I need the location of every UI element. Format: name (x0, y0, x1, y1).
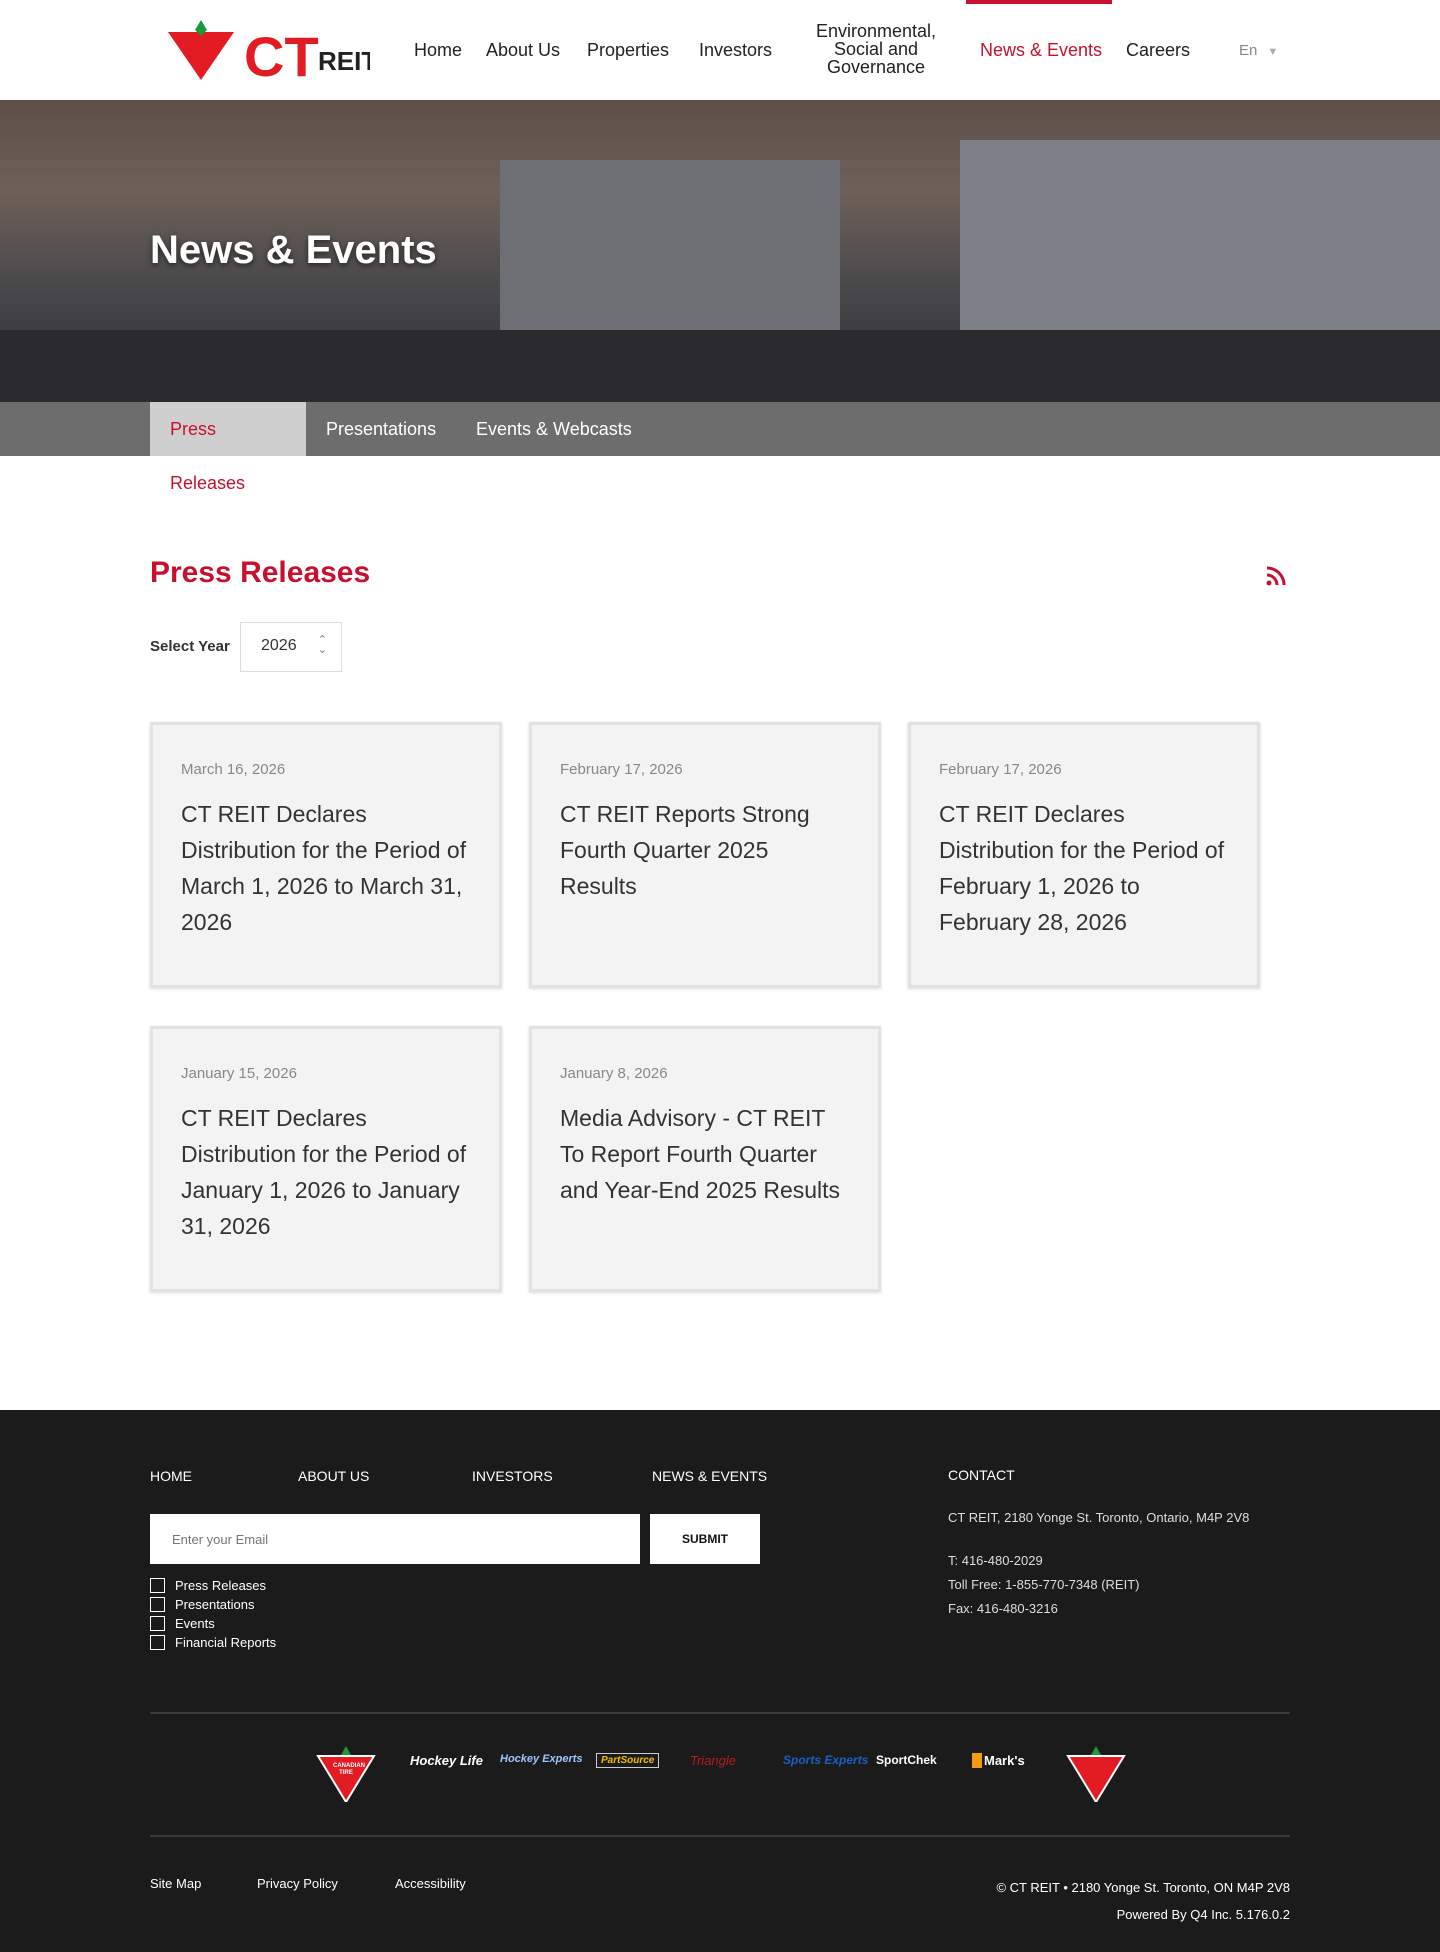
chevron-updown-icon: ⌃ ⌄ (317, 634, 327, 656)
active-nav-indicator (966, 0, 1112, 4)
email-input[interactable] (150, 1514, 640, 1564)
press-release-card[interactable]: January 15, 2026 CT REIT Declares Distrib… (150, 1026, 502, 1292)
language-label: En (1239, 42, 1258, 59)
checkbox-label: Presentations (175, 1597, 255, 1612)
nav-esg[interactable]: Environmental, Social and Governance (810, 22, 942, 76)
nav-careers[interactable]: Careers (1126, 40, 1190, 61)
press-release-card[interactable]: February 17, 2026 CT REIT Declares Distri… (908, 722, 1260, 988)
press-release-card[interactable]: February 17, 2026 CT REIT Reports Strong … (529, 722, 881, 988)
release-date: February 17, 2026 (560, 761, 683, 778)
parking-lot (0, 330, 1440, 402)
release-date: January 15, 2026 (181, 1065, 297, 1082)
press-release-card[interactable]: March 16, 2026 CT REIT Declares Distribut… (150, 722, 502, 988)
section-tabs: Press Releases Presentations Events & We… (0, 402, 1440, 493)
checkbox-label: Press Releases (175, 1578, 267, 1593)
site-header: CT REIT Home About Us Properties Investor… (0, 0, 1440, 100)
release-title[interactable]: CT REIT Declares Distribution for the Pe… (939, 796, 1229, 940)
canadian-tire-logo[interactable]: Canadian Tire (316, 1746, 376, 1804)
sports-experts-logo[interactable]: Sports Experts (783, 1753, 868, 1767)
nav-home[interactable]: Home (414, 40, 462, 61)
hockey-experts-logo[interactable]: Hockey Experts (500, 1753, 583, 1765)
footer-divider (150, 1835, 1290, 1837)
rss-icon[interactable] (1266, 566, 1286, 586)
chevron-down-icon: ▼ (1267, 46, 1279, 58)
checkbox-events[interactable]: Events (150, 1616, 215, 1631)
checkbox[interactable] (150, 1597, 165, 1612)
building-image (500, 160, 840, 340)
release-date: February 17, 2026 (939, 761, 1062, 778)
hero-banner: News & Events (0, 100, 1440, 402)
ct-reit-logo[interactable]: CT REIT (168, 18, 377, 88)
contact-tollfree[interactable]: Toll Free: 1-855-770-7348 (REIT) (948, 1577, 1139, 1592)
footer-link-investors[interactable]: INVESTORS (472, 1468, 553, 1484)
checkbox-label: Events (175, 1616, 215, 1631)
contact-fax: Fax: 416-480-3216 (948, 1601, 1058, 1616)
press-release-card[interactable]: January 8, 2026 Media Advisory - CT REIT … (529, 1026, 881, 1292)
language-selector[interactable]: En ▼ (1239, 42, 1278, 59)
release-title[interactable]: CT REIT Declares Distribution for the Pe… (181, 1100, 471, 1244)
powered-by: Powered By Q4 Inc. 5.176.0.2 (1116, 1907, 1290, 1922)
marks-logo[interactable]: Mark's (972, 1753, 1025, 1768)
svg-text:REIT: REIT (318, 46, 370, 76)
checkbox[interactable] (150, 1635, 165, 1650)
copyright: © CT REIT • 2180 Yonge St. Toronto, ON M… (996, 1880, 1290, 1895)
release-title[interactable]: CT REIT Reports Strong Fourth Quarter 20… (560, 796, 850, 904)
footer-divider (150, 1712, 1290, 1714)
canadian-tire-logo-text: Canadian Tire (333, 1763, 365, 1776)
tab-events-webcasts[interactable]: Events & Webcasts (456, 402, 652, 456)
release-date: January 8, 2026 (560, 1065, 668, 1082)
checkbox-presentations[interactable]: Presentations (150, 1597, 255, 1612)
contact-address: CT REIT, 2180 Yonge St. Toronto, Ontario… (948, 1510, 1250, 1525)
checkbox-label: Financial Reports (175, 1635, 277, 1650)
footer-link-about[interactable]: ABOUT US (298, 1468, 369, 1484)
tab-presentations[interactable]: Presentations (306, 402, 456, 456)
submit-button[interactable]: SUBMIT (650, 1514, 760, 1564)
sportchek-logo[interactable]: SportChek (876, 1753, 937, 1767)
release-title[interactable]: CT REIT Declares Distribution for the Pe… (181, 796, 471, 940)
checkbox[interactable] (150, 1578, 165, 1593)
site-map-link[interactable]: Site Map (150, 1876, 201, 1891)
year-value: 2026 (261, 637, 297, 654)
release-date: March 16, 2026 (181, 761, 286, 778)
canadian-tire-logo[interactable] (1066, 1746, 1126, 1807)
checkbox-financial-reports[interactable]: Financial Reports (150, 1635, 276, 1650)
nav-properties[interactable]: Properties (587, 40, 669, 61)
privacy-policy-link[interactable]: Privacy Policy (257, 1876, 338, 1891)
partsource-logo[interactable]: PartSource (596, 1753, 660, 1768)
contact-phone[interactable]: T: 416-480-2029 (948, 1553, 1043, 1568)
site-footer: HOME ABOUT US INVESTORS NEWS & EVENTS SU… (0, 1410, 1440, 1952)
release-title[interactable]: Media Advisory - CT REIT To Report Fourt… (560, 1100, 850, 1208)
building-image (960, 140, 1440, 340)
contact-heading: CONTACT (948, 1467, 1015, 1483)
page-title: Press Releases (150, 556, 371, 589)
year-select[interactable]: 2026 ⌃ ⌄ (240, 622, 342, 672)
accessibility-link[interactable]: Accessibility (395, 1876, 466, 1891)
tab-press-releases[interactable]: Press Releases (150, 402, 306, 493)
nav-about-us[interactable]: About Us (486, 40, 560, 61)
checkbox[interactable] (150, 1616, 165, 1631)
footer-link-home[interactable]: HOME (150, 1468, 192, 1484)
footer-link-news[interactable]: NEWS & EVENTS (652, 1468, 767, 1484)
nav-investors[interactable]: Investors (699, 40, 772, 61)
hockey-life-logo[interactable]: Hockey Life (410, 1753, 483, 1768)
triangle-logo[interactable]: Triangle (690, 1753, 736, 1768)
nav-news-events[interactable]: News & Events (980, 40, 1102, 61)
svg-text:CT: CT (244, 25, 319, 82)
hero-title: News & Events (150, 228, 437, 272)
select-year-label: Select Year (150, 638, 230, 655)
checkbox-press-releases[interactable]: Press Releases (150, 1578, 266, 1593)
